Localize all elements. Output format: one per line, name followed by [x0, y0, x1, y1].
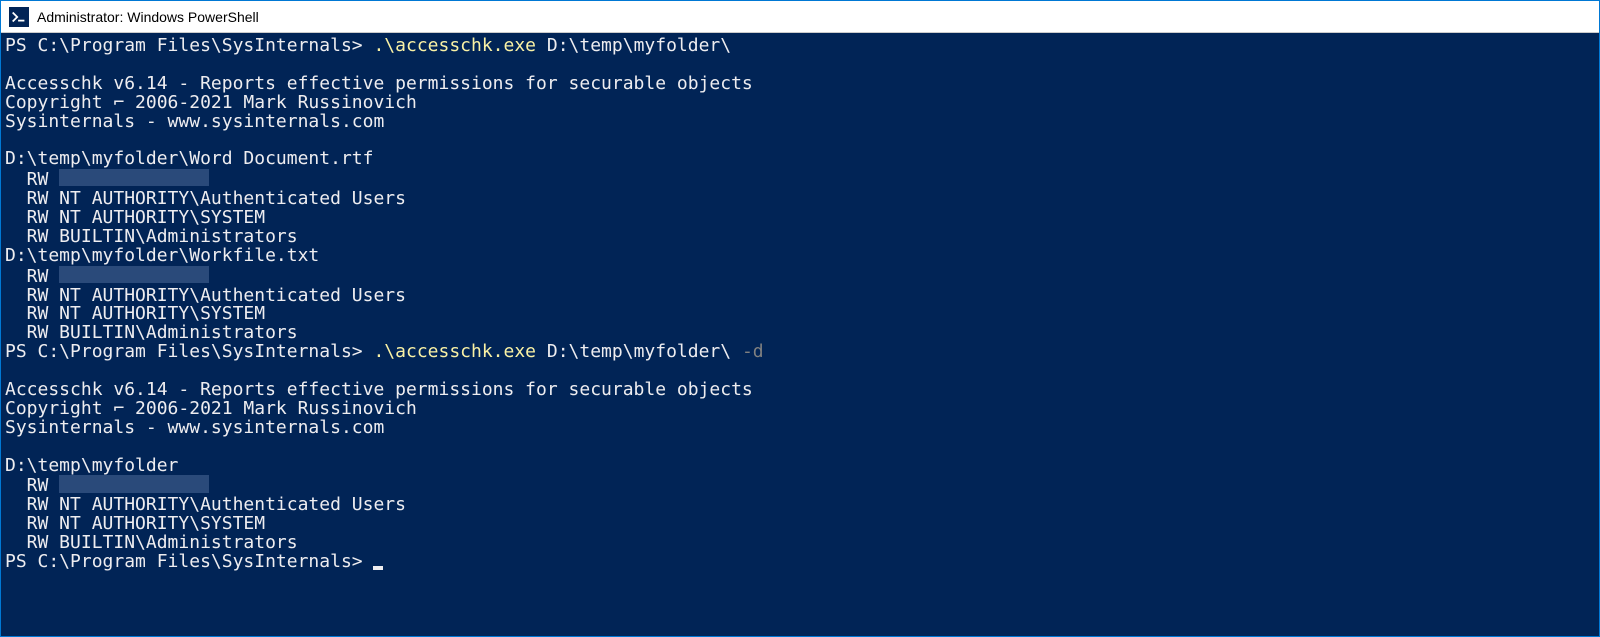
output-path: D:\temp\myfolder [5, 457, 1599, 476]
output-path: D:\temp\myfolder\Word Document.rtf [5, 150, 1599, 169]
banner-line: Accesschk v6.14 - Reports effective perm… [5, 75, 1599, 94]
command-flag: -d [742, 341, 764, 362]
window-title: Administrator: Windows PowerShell [37, 9, 259, 25]
command-exec: .\accesschk.exe [373, 35, 536, 56]
banner-line: Sysinternals - www.sysinternals.com [5, 113, 1599, 132]
rw-prefix: RW [5, 266, 59, 287]
blank-line [5, 438, 1599, 457]
prompt-path: PS C:\Program Files\SysInternals> [5, 551, 373, 572]
permission-line: RW [5, 169, 1599, 190]
rw-prefix: RW [5, 475, 59, 496]
rw-prefix: RW [5, 169, 59, 190]
powershell-window: Administrator: Windows PowerShell PS C:\… [0, 0, 1600, 637]
prompt-line: PS C:\Program Files\SysInternals> .\acce… [5, 343, 1599, 362]
prompt-path: PS C:\Program Files\SysInternals> [5, 341, 373, 362]
terminal-output[interactable]: PS C:\Program Files\SysInternals> .\acce… [1, 33, 1599, 636]
prompt-path: PS C:\Program Files\SysInternals> [5, 35, 373, 56]
powershell-icon [9, 7, 29, 27]
banner-line: Copyright ⌐ 2006-2021 Mark Russinovich [5, 400, 1599, 419]
permission-line: RW BUILTIN\Administrators [5, 228, 1599, 247]
prompt-line: PS C:\Program Files\SysInternals> [5, 553, 1599, 572]
blank-line [5, 56, 1599, 75]
output-path: D:\temp\myfolder\Workfile.txt [5, 247, 1599, 266]
command-args: D:\temp\myfolder\ [536, 35, 731, 56]
command-exec: .\accesschk.exe [373, 341, 536, 362]
redacted-user [59, 169, 209, 186]
banner-line: Copyright ⌐ 2006-2021 Mark Russinovich [5, 94, 1599, 113]
cursor [373, 566, 383, 570]
banner-line: Sysinternals - www.sysinternals.com [5, 419, 1599, 438]
redacted-user [59, 266, 209, 283]
permission-line: RW [5, 475, 1599, 496]
redacted-user [59, 475, 209, 492]
command-args: D:\temp\myfolder\ [536, 341, 742, 362]
permission-line: RW [5, 266, 1599, 287]
prompt-line: PS C:\Program Files\SysInternals> .\acce… [5, 37, 1599, 56]
titlebar[interactable]: Administrator: Windows PowerShell [1, 1, 1599, 33]
